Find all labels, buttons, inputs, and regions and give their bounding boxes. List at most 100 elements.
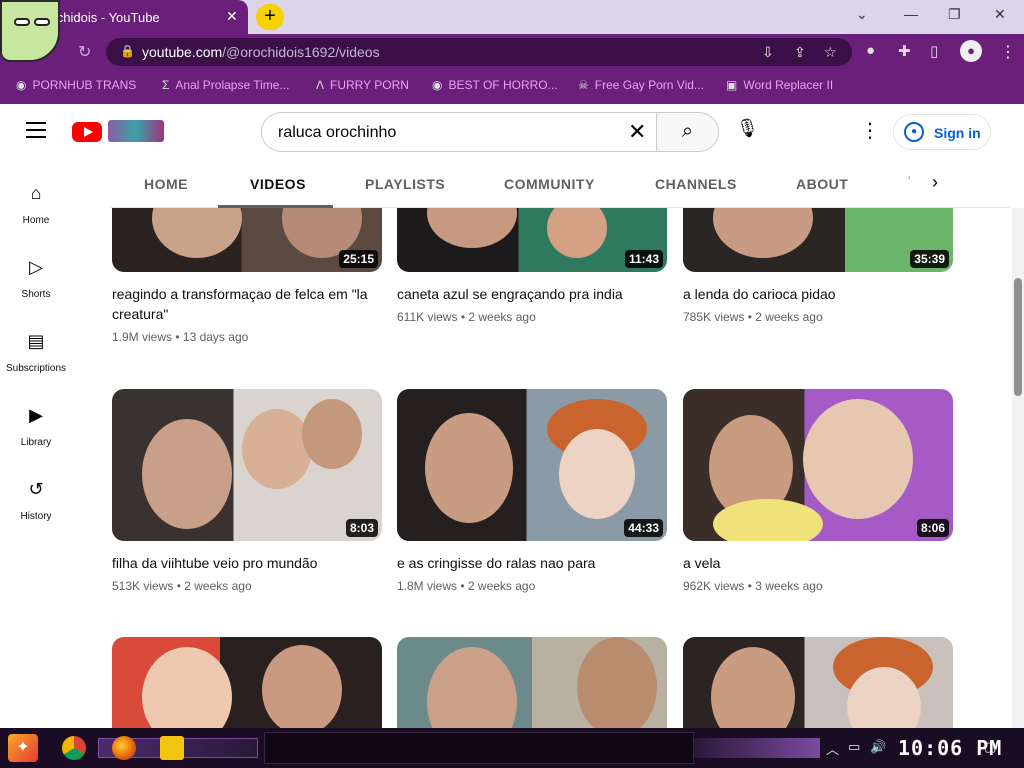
wr-icon: ▣ <box>726 78 738 92</box>
video-card[interactable]: 25:15 reagindo a transformaçao de felca … <box>112 208 382 344</box>
video-thumbnail[interactable]: 8:06 <box>683 389 953 541</box>
video-title[interactable]: a lenda do carioca pidao <box>683 284 953 304</box>
notification-icon[interactable]: ▢ <box>984 739 996 755</box>
search-button[interactable]: ⌕ <box>656 112 719 152</box>
network-icon[interactable]: ▭ <box>848 739 860 755</box>
sign-in-button[interactable]: ● Sign in <box>893 114 991 150</box>
video-thumbnail[interactable]: 35:39 <box>683 208 953 272</box>
new-tab-button[interactable]: + <box>256 4 284 30</box>
tab-overflow-fade: ' <box>908 174 911 188</box>
theme-mascot-icon <box>0 0 60 62</box>
video-card[interactable]: 35:39 a lenda do carioca pidao 785K view… <box>683 208 953 324</box>
sidebar-item-home[interactable]: ⌂ Home <box>0 170 72 240</box>
microphone-icon[interactable]: 🎙 <box>736 118 759 139</box>
video-card[interactable]: 11:43 caneta azul se engraçando pra indi… <box>397 208 667 324</box>
video-card[interactable]: 8:06 a vela 962K views • 3 weeks ago <box>683 389 953 593</box>
video-card[interactable] <box>397 637 667 728</box>
search-query: raluca orochinho <box>278 124 397 141</box>
video-thumbnail[interactable]: 8:03 <box>112 389 382 541</box>
tab-channels[interactable]: CHANNELS <box>655 176 737 192</box>
browser-menu-icon[interactable]: ⋮ <box>1000 42 1016 62</box>
bookmarks-bar: ◉ PORNHUB TRANS Σ Anal Prolapse Time... ΛF… <box>0 72 1024 102</box>
address-bar[interactable]: 🔒 youtube.com/@orochidois1692/videos ⇩ ⇪… <box>106 38 852 66</box>
settings-dots-icon[interactable]: ⋮ <box>860 118 880 143</box>
globe-icon: ◉ <box>16 78 27 92</box>
video-thumbnail[interactable] <box>112 637 382 728</box>
clear-search-icon[interactable]: ✕ <box>628 119 646 145</box>
reload-icon[interactable]: ↻ <box>78 42 91 62</box>
bookmark-item[interactable]: ◉ BEST OF HORRO... <box>432 78 558 92</box>
youtube-logo-icon[interactable] <box>72 122 102 142</box>
bookmark-item[interactable]: Λ FURRY PORN <box>316 78 409 92</box>
sidepanel-icon[interactable]: ▯ <box>930 42 938 60</box>
bookmark-item[interactable]: ◉ PORNHUB TRANS <box>16 78 136 92</box>
restore-icon[interactable]: ❐ <box>948 6 961 23</box>
library-icon: ▶ <box>29 405 43 425</box>
video-title[interactable]: a vela <box>683 553 953 573</box>
video-thumbnail[interactable]: 44:33 <box>397 389 667 541</box>
search-input[interactable]: raluca orochinho ✕ <box>261 112 657 152</box>
chevron-down-icon[interactable]: ⌄ <box>856 6 868 23</box>
duration-badge: 8:03 <box>345 519 378 537</box>
start-button[interactable]: ✦ <box>8 734 38 762</box>
close-icon[interactable]: ✕ <box>226 8 238 25</box>
duration-badge: 25:15 <box>339 250 378 268</box>
extension-avatar-icon[interactable]: ● <box>866 42 875 59</box>
file-explorer-icon[interactable] <box>160 736 184 760</box>
video-title[interactable]: e as cringisse do ralas nao para <box>397 553 667 573</box>
duration-badge: 44:33 <box>624 519 663 537</box>
subscriptions-icon: ▤ <box>27 331 45 351</box>
window-close-icon[interactable]: ✕ <box>994 6 1006 23</box>
video-meta: 611K views • 2 weeks ago <box>397 310 536 324</box>
shorts-icon: ▷ <box>29 257 43 277</box>
tab-about[interactable]: ABOUT <box>796 176 848 192</box>
tab-strip: orochidois - YouTube ✕ + ⌄ — ❐ ✕ <box>0 0 1024 34</box>
share-icon[interactable]: ⇪ <box>794 44 806 61</box>
menu-icon[interactable] <box>26 122 46 138</box>
video-thumbnail[interactable] <box>683 637 953 728</box>
sidebar-item-subscriptions[interactable]: ▤ Subscriptions <box>0 318 72 388</box>
page-scrollbar[interactable] <box>1012 208 1024 728</box>
bookmark-item[interactable]: Σ Anal Prolapse Time... <box>162 78 289 92</box>
sidebar-item-library[interactable]: ▶ Library <box>0 392 72 462</box>
tab-home[interactable]: HOME <box>144 176 188 192</box>
install-icon[interactable]: ⇩ <box>762 44 774 61</box>
bookmark-item[interactable]: ▣ Word Replacer II <box>726 78 833 92</box>
profile-icon[interactable]: ● <box>960 40 982 62</box>
video-thumbnail[interactable]: 11:43 <box>397 208 667 272</box>
video-meta: 1.9M views • 13 days ago <box>112 330 249 344</box>
tab-videos[interactable]: VIDEOS <box>250 176 306 192</box>
chrome-icon[interactable] <box>62 736 86 760</box>
tab-community[interactable]: COMMUNITY <box>504 176 595 192</box>
lock-icon[interactable]: 🔒 <box>120 44 135 58</box>
video-card[interactable]: 44:33 e as cringisse do ralas nao para 1… <box>397 389 667 593</box>
firefox-icon[interactable] <box>112 736 136 760</box>
video-card[interactable]: 8:03 filha da viihtube veio pro mundão 5… <box>112 389 382 593</box>
video-meta: 513K views • 2 weeks ago <box>112 579 252 593</box>
os-taskbar: ✦ ︿ ▭ 🔊 10:06 PM ▢ <box>0 728 1024 768</box>
video-thumbnail[interactable]: 25:15 <box>112 208 382 272</box>
tray-chevron-icon[interactable]: ︿ <box>826 739 839 758</box>
video-title[interactable]: caneta azul se engraçando pra india <box>397 284 667 304</box>
bookmark-item[interactable]: ☠ Free Gay Porn Vid... <box>578 78 704 92</box>
video-title[interactable]: reagindo a transformaçao de felca em "la… <box>112 284 382 324</box>
scrollbar-thumb[interactable] <box>1014 278 1022 396</box>
lambda-icon: Λ <box>316 78 325 92</box>
taskbar-window-area <box>264 732 694 764</box>
video-card[interactable] <box>112 637 382 728</box>
video-thumbnail[interactable] <box>397 637 667 728</box>
volume-icon[interactable]: 🔊 <box>870 739 886 755</box>
video-meta: 785K views • 2 weeks ago <box>683 310 823 324</box>
puzzle-icon[interactable]: ✚ <box>898 42 911 60</box>
video-title[interactable]: filha da viihtube veio pro mundão <box>112 553 382 573</box>
minimize-icon[interactable]: — <box>904 6 918 22</box>
custom-logo-graphic[interactable] <box>108 120 164 142</box>
chevron-right-icon[interactable]: › <box>932 172 938 193</box>
video-card[interactable] <box>683 637 953 728</box>
sign-in-label: Sign in <box>934 125 981 141</box>
sidebar-item-shorts[interactable]: ▷ Shorts <box>0 244 72 314</box>
sidebar-item-history[interactable]: ↺ History <box>0 466 72 536</box>
home-icon: ⌂ <box>30 183 42 203</box>
star-icon[interactable]: ☆ <box>824 44 837 61</box>
tab-playlists[interactable]: PLAYLISTS <box>365 176 445 192</box>
